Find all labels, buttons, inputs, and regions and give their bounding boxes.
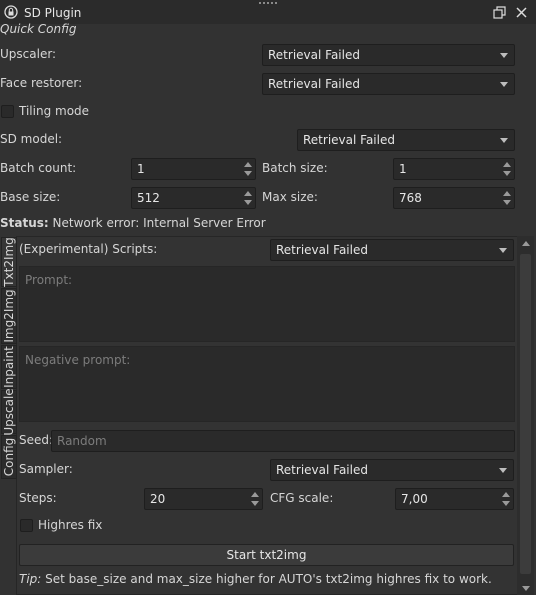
title-bar[interactable]: SD Plugin xyxy=(0,0,536,24)
sampler-value: Retrieval Failed xyxy=(276,463,368,477)
face-restorer-label: Face restorer: xyxy=(0,76,83,90)
seed-input[interactable]: Random xyxy=(51,430,515,452)
scripts-value: Retrieval Failed xyxy=(276,243,368,257)
face-restorer-select[interactable]: Retrieval Failed xyxy=(262,73,515,95)
negative-prompt-placeholder: Negative prompt: xyxy=(25,353,131,367)
spin-arrows-icon[interactable] xyxy=(242,160,254,178)
vertical-tab-bar: Txt2Img Img2Img Inpaint Upscale Config xyxy=(0,236,18,481)
tiling-mode-label: Tiling mode xyxy=(19,104,90,118)
face-restorer-value: Retrieval Failed xyxy=(268,77,360,91)
tiling-mode-checkbox[interactable] xyxy=(1,105,14,118)
start-txt2img-button[interactable]: Start txt2img xyxy=(19,544,514,566)
batch-size-value: 1 xyxy=(399,162,407,176)
cfg-scale-label: CFG scale: xyxy=(270,491,334,505)
scroll-up-icon[interactable] xyxy=(522,241,530,246)
tab-upscale[interactable]: Upscale xyxy=(1,388,17,436)
tab-img2img[interactable]: Img2Img xyxy=(1,288,17,344)
cfg-scale-spinbox[interactable]: 7,00 xyxy=(395,488,514,510)
quick-config-heading: Quick Config xyxy=(0,22,77,36)
scroll-down-icon[interactable] xyxy=(522,586,530,591)
float-window-icon[interactable] xyxy=(493,6,507,20)
close-icon[interactable] xyxy=(515,6,528,19)
status-text: Network error: Internal Server Error xyxy=(52,216,266,230)
tab-txt2img[interactable]: Txt2Img xyxy=(1,237,17,287)
prompt-placeholder: Prompt: xyxy=(25,273,73,287)
batch-size-spinbox[interactable]: 1 xyxy=(393,158,515,180)
sampler-label: Sampler: xyxy=(19,462,73,476)
chevron-down-icon xyxy=(500,82,508,87)
sd-model-select[interactable]: Retrieval Failed xyxy=(297,129,515,151)
chevron-down-icon xyxy=(499,248,507,253)
cfg-scale-value: 7,00 xyxy=(401,492,428,506)
scrollbar-thumb[interactable] xyxy=(520,254,531,574)
spin-arrows-icon[interactable] xyxy=(242,189,254,207)
steps-label: Steps: xyxy=(19,491,57,505)
scripts-select[interactable]: Retrieval Failed xyxy=(270,239,514,261)
scripts-label: (Experimental) Scripts: xyxy=(19,242,158,256)
lock-icon xyxy=(4,5,18,19)
window-title: SD Plugin xyxy=(24,6,82,20)
max-size-spinbox[interactable]: 768 xyxy=(393,187,515,209)
base-size-label: Base size: xyxy=(0,190,61,204)
sd-model-value: Retrieval Failed xyxy=(303,133,395,147)
tip-text: Set base_size and max_size higher for AU… xyxy=(45,572,492,586)
seed-placeholder: Random xyxy=(57,434,107,448)
max-size-value: 768 xyxy=(399,191,422,205)
highres-fix-label: Highres fix xyxy=(38,518,103,532)
base-size-spinbox[interactable]: 512 xyxy=(131,187,256,209)
negative-prompt-textarea[interactable]: Negative prompt: xyxy=(19,346,515,422)
scrollbar[interactable] xyxy=(517,236,534,595)
chevron-down-icon xyxy=(500,53,508,58)
tip-label: Tip: xyxy=(19,572,42,586)
upscaler-select[interactable]: Retrieval Failed xyxy=(262,44,515,66)
highres-fix-checkbox[interactable] xyxy=(20,519,33,532)
upscaler-label: Upscaler: xyxy=(0,47,57,61)
status-label: Status: xyxy=(0,216,49,230)
batch-size-label: Batch size: xyxy=(262,161,328,175)
base-size-value: 512 xyxy=(137,191,160,205)
drag-grip[interactable] xyxy=(259,0,277,6)
steps-value: 20 xyxy=(150,492,166,506)
max-size-label: Max size: xyxy=(262,190,318,204)
chevron-down-icon xyxy=(499,468,507,473)
seed-label: Seed: xyxy=(19,433,54,447)
batch-count-spinbox[interactable]: 1 xyxy=(131,158,256,180)
spin-arrows-icon[interactable] xyxy=(501,189,513,207)
prompt-textarea[interactable]: Prompt: xyxy=(19,266,515,342)
tab-config[interactable]: Config xyxy=(1,435,17,479)
spin-arrows-icon[interactable] xyxy=(500,490,512,508)
sampler-select[interactable]: Retrieval Failed xyxy=(270,459,514,481)
steps-spinbox[interactable]: 20 xyxy=(144,488,263,510)
batch-count-label: Batch count: xyxy=(0,161,77,175)
status-line: Status: Network error: Internal Server E… xyxy=(0,216,266,230)
sd-model-label: SD model: xyxy=(0,132,63,146)
chevron-down-icon xyxy=(500,138,508,143)
upscaler-value: Retrieval Failed xyxy=(268,48,360,62)
spin-arrows-icon[interactable] xyxy=(249,490,261,508)
tab-inpaint[interactable]: Inpaint xyxy=(1,345,17,389)
spin-arrows-icon[interactable] xyxy=(501,160,513,178)
batch-count-value: 1 xyxy=(137,162,145,176)
tip-line: Tip: Set base_size and max_size higher f… xyxy=(19,572,492,586)
